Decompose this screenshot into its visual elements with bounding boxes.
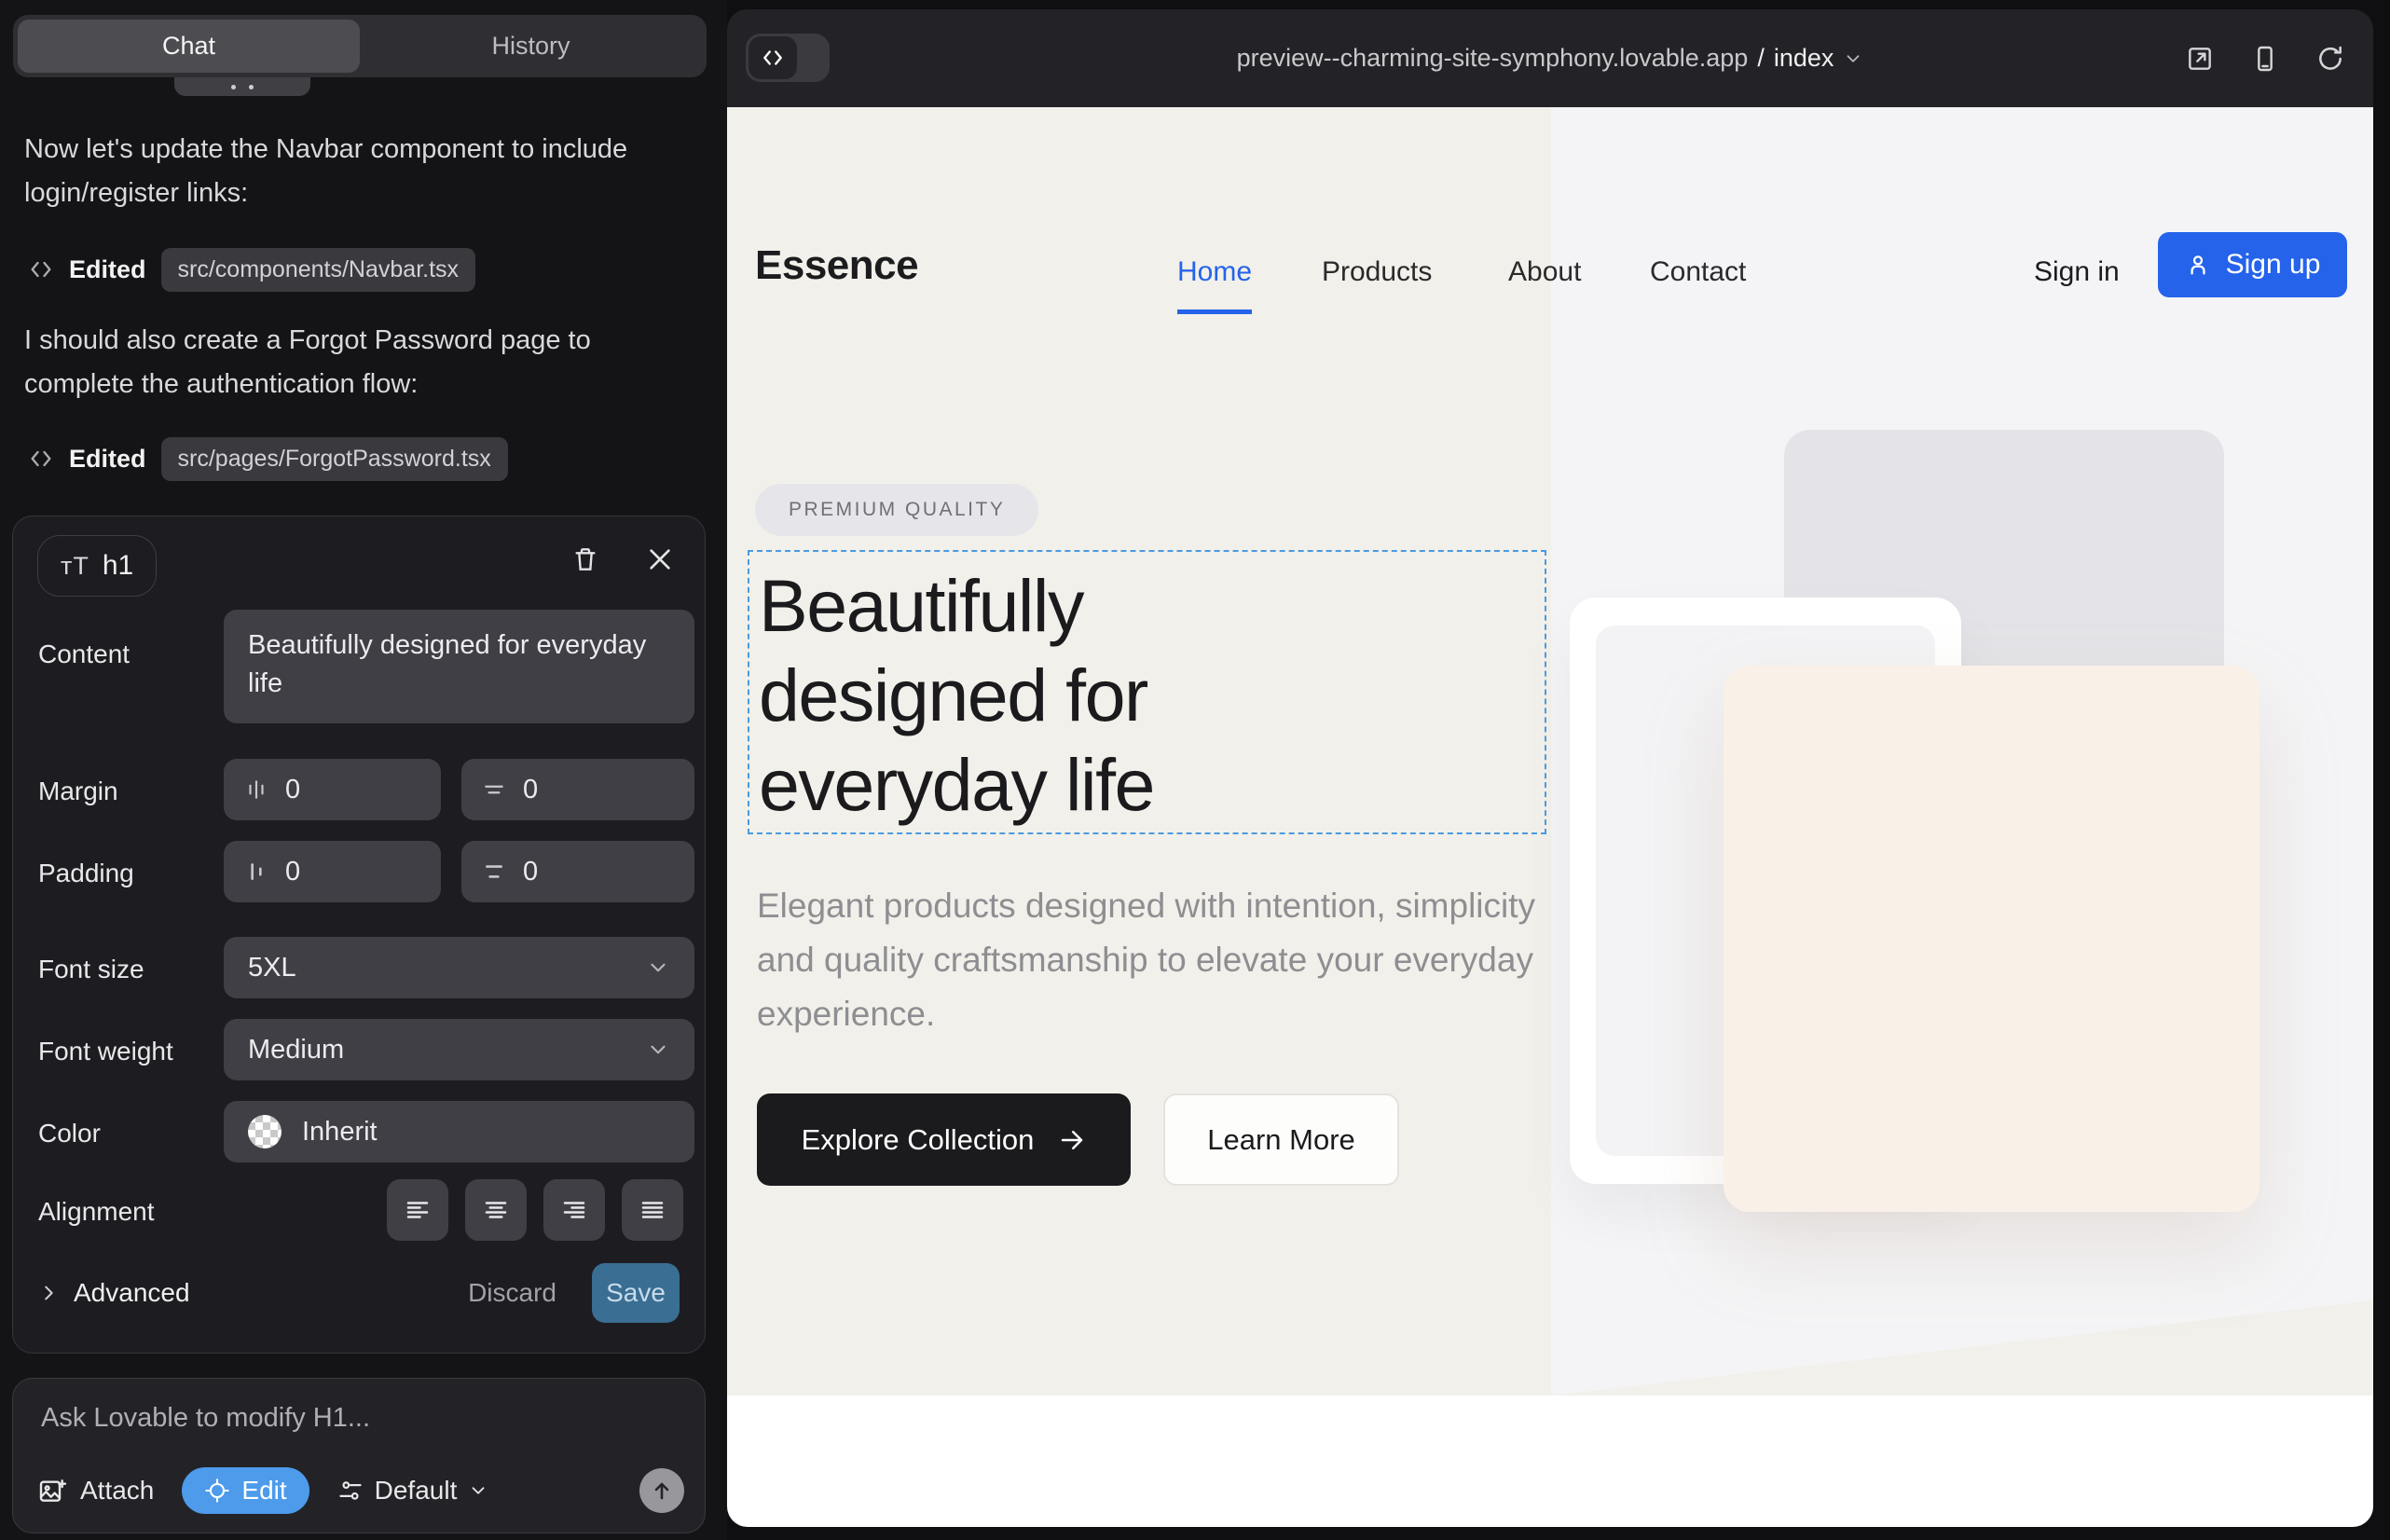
edited-file-badge[interactable]: src/pages/ForgotPassword.tsx [161,437,508,481]
chat-composer: Ask Lovable to modify H1... Attach Edit [12,1378,706,1533]
margin-y-input[interactable]: 0 [461,759,694,820]
url-bar[interactable]: preview--charming-site-symphony.lovable.… [727,9,2373,107]
attach-button[interactable]: Attach [37,1476,154,1506]
chevron-down-icon [646,1038,670,1062]
align-left-button[interactable] [387,1179,448,1241]
code-icon [28,256,54,282]
lovable-workspace: Chat History Now let's update the Navbar… [0,0,2390,1540]
advanced-toggle[interactable]: Advanced [38,1278,190,1308]
hero-description: Elegant products designed with intention… [757,879,1540,1041]
arrow-right-icon [1058,1126,1086,1154]
element-editor-panel: тT h1 Content Beautifully designed for e… [12,516,706,1354]
element-tag-label: h1 [103,550,133,582]
type-icon: тT [61,552,89,581]
chat-sidebar: Chat History Now let's update the Navbar… [0,0,727,1540]
align-center-button[interactable] [465,1179,527,1241]
tab-chat[interactable]: Chat [18,20,360,73]
chevron-down-icon [1843,48,1863,69]
nav-link-about[interactable]: About [1508,256,1581,288]
user-icon [2185,252,2211,278]
decorative-card-beige [1724,666,2260,1212]
color-label: Color [38,1119,101,1148]
url-text: preview--charming-site-symphony.lovable.… [1237,44,1749,73]
composer-input[interactable]: Ask Lovable to modify H1... [41,1403,370,1434]
hero-heading[interactable]: Beautifully designed for everyday life [759,561,1154,830]
margin-x-icon [244,777,268,802]
margin-y-icon [482,777,506,802]
margin-x-input[interactable]: 0 [224,759,441,820]
chrome-actions [2185,9,2345,107]
padding-y-icon [482,859,506,884]
send-button[interactable] [639,1468,684,1513]
sliders-icon [337,1478,364,1504]
chevron-down-icon [646,956,670,980]
explore-collection-button[interactable]: Explore Collection [757,1093,1131,1186]
open-external-button[interactable] [2185,44,2215,74]
sign-up-button[interactable]: Sign up [2158,232,2347,297]
content-label: Content [38,639,130,669]
target-icon [204,1478,230,1504]
margin-label: Margin [38,777,118,806]
edited-file-row: Edited src/pages/ForgotPassword.tsx [28,433,508,484]
padding-y-input[interactable]: 0 [461,841,694,902]
refresh-button[interactable] [2315,44,2345,74]
editor-footer: Advanced Discard Save [38,1262,680,1324]
align-right-button[interactable] [543,1179,605,1241]
edited-label: Edited [69,255,146,284]
align-justify-button[interactable] [622,1179,683,1241]
save-button[interactable]: Save [592,1263,680,1323]
nav-link-products[interactable]: Products [1322,256,1432,288]
alignment-label: Alignment [38,1197,155,1227]
delete-element-button[interactable] [570,544,600,574]
close-panel-button[interactable] [645,544,675,574]
preview-chrome: preview--charming-site-symphony.lovable.… [727,9,2373,107]
collapsed-scroll-badge[interactable] [174,77,310,96]
padding-x-input[interactable]: 0 [224,841,441,902]
color-select[interactable]: Inherit [224,1101,694,1162]
alignment-group [387,1179,683,1241]
nav-link-contact[interactable]: Contact [1650,256,1746,288]
tab-history[interactable]: History [360,20,702,73]
mobile-view-button[interactable] [2250,44,2280,74]
composer-toolbar: Attach Edit Default [37,1467,684,1514]
url-separator: / [1757,44,1765,73]
chevron-down-icon [468,1480,488,1501]
chat-message: Now let's update the Navbar component to… [24,128,695,215]
font-weight-label: Font weight [38,1037,173,1066]
attach-image-icon [37,1476,67,1506]
discard-button[interactable]: Discard [468,1278,556,1308]
font-size-label: Font size [38,955,144,984]
premium-quality-badge: PREMIUM QUALITY [755,484,1038,536]
code-icon [28,446,54,472]
color-swatch [248,1115,282,1148]
preview-window: preview--charming-site-symphony.lovable.… [727,9,2373,1527]
edited-file-row: Edited src/components/Navbar.tsx [28,244,475,295]
nav-link-home[interactable]: Home [1177,256,1252,288]
edited-label: Edited [69,445,146,474]
site-preview: Essence Home Products About Contact Sign… [727,107,2373,1527]
sidebar-tabbar: Chat History [13,15,707,77]
chevron-right-icon [38,1283,59,1303]
model-selector[interactable]: Default [337,1476,489,1506]
edit-mode-button[interactable]: Edit [182,1467,309,1514]
site-logo[interactable]: Essence [755,242,918,289]
padding-x-icon [244,859,268,884]
url-path: index [1774,44,1834,73]
learn-more-button[interactable]: Learn More [1163,1093,1399,1186]
content-input[interactable]: Beautifully designed for everyday life [224,610,694,723]
padding-label: Padding [38,859,134,888]
chat-message: I should also create a Forgot Password p… [24,319,695,406]
font-size-select[interactable]: 5XL [224,937,694,998]
hero-section: Essence Home Products About Contact Sign… [727,107,2373,1396]
sign-in-link[interactable]: Sign in [2034,256,2120,288]
font-weight-select[interactable]: Medium [224,1019,694,1080]
selected-element-pill[interactable]: тT h1 [37,535,157,597]
edited-file-badge[interactable]: src/components/Navbar.tsx [161,248,476,292]
